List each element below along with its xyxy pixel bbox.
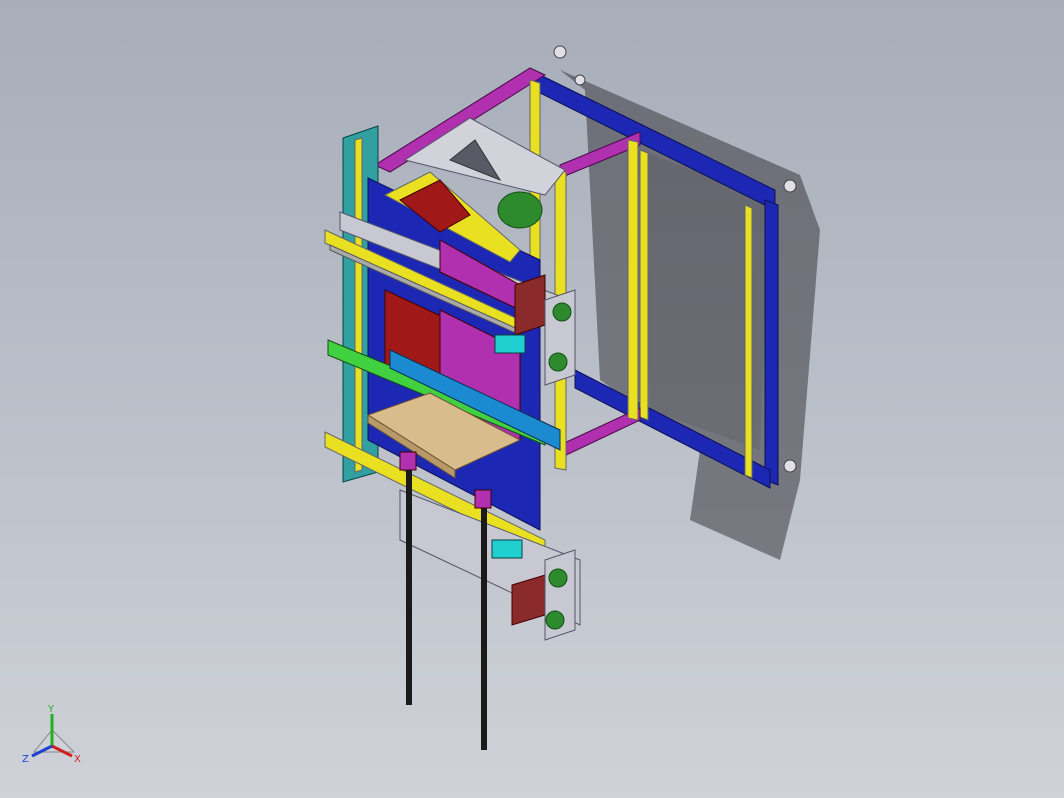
view-orientation-triad[interactable]: Y X Z [14,700,94,780]
y-axis-label: Y [47,704,55,715]
z-axis-label: Z [22,754,29,765]
model-shadow [560,70,820,560]
triad-base [32,729,76,753]
cad-graphics-viewport[interactable]: Y X Z [0,0,1064,798]
x-axis-label: X [74,754,81,765]
3d-model-assembly[interactable] [0,0,1064,798]
